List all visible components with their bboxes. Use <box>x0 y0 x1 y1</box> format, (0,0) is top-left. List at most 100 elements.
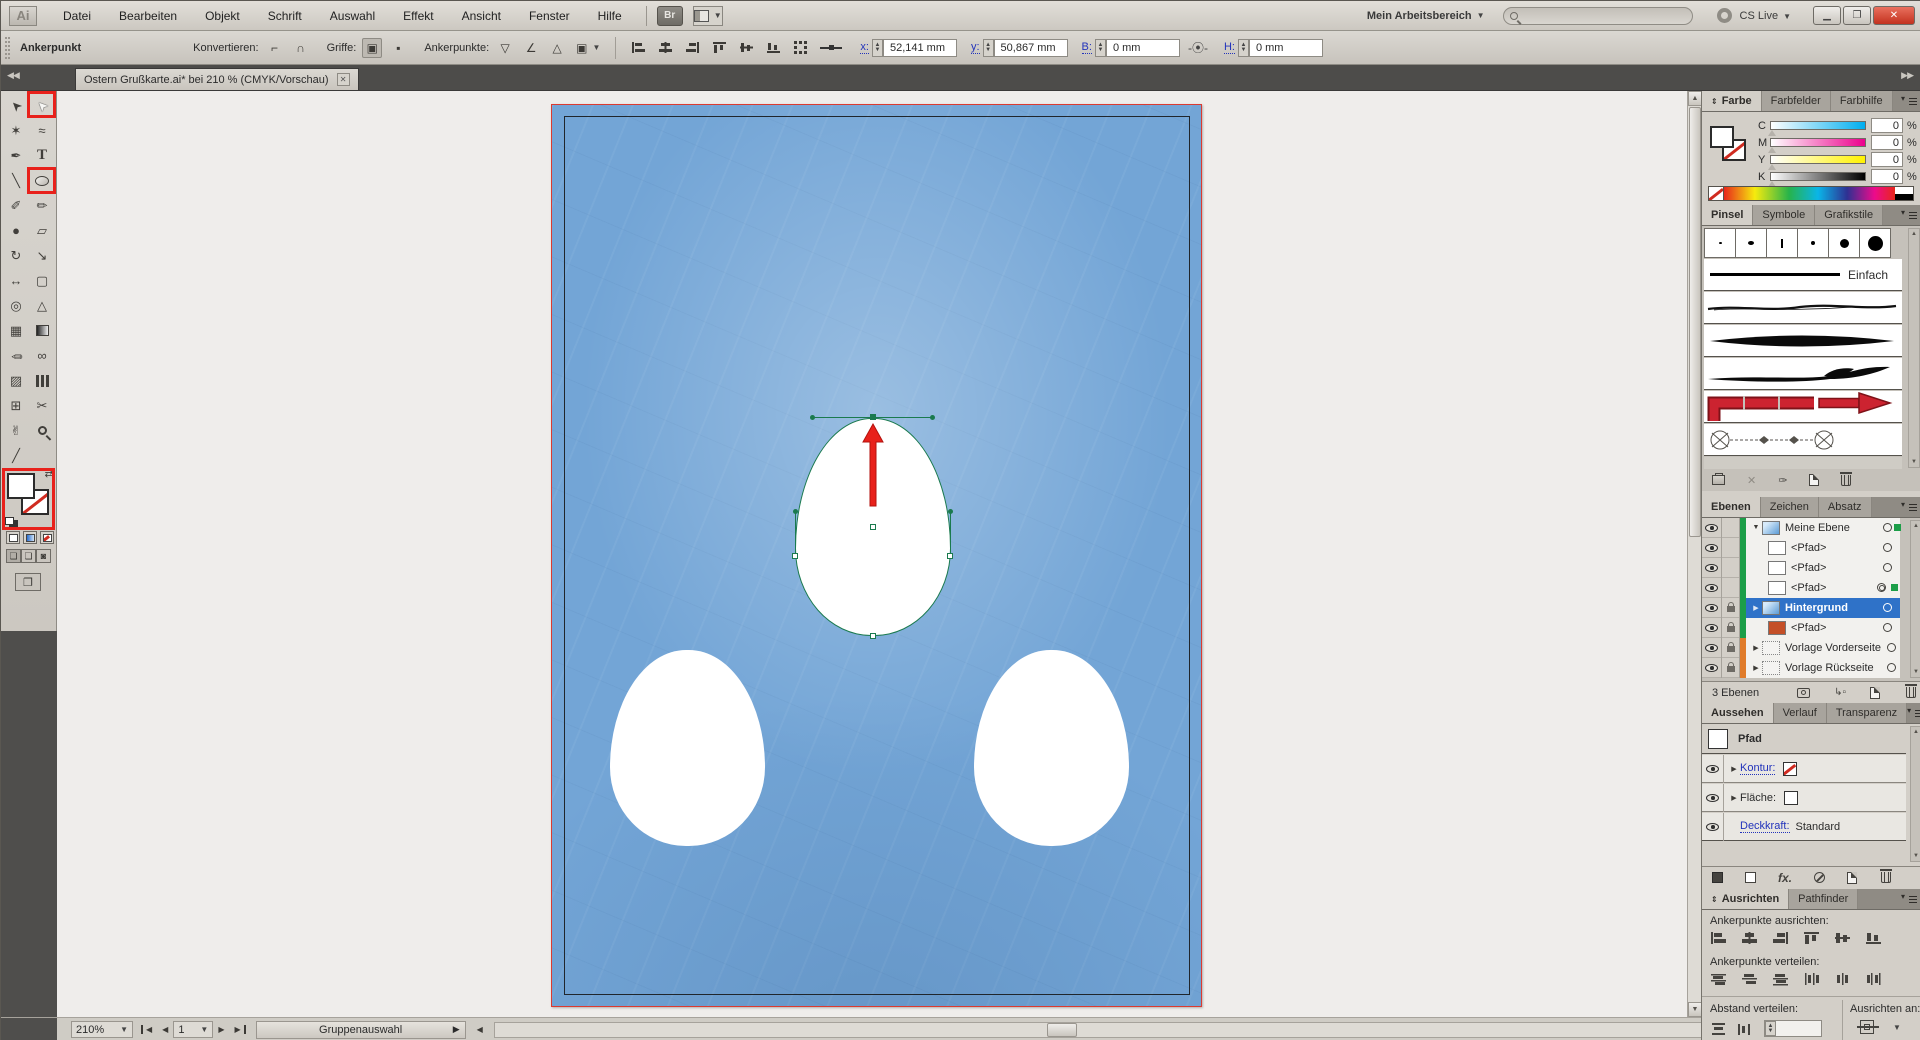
height-stepper[interactable]: ▲▼ <box>1238 39 1249 57</box>
workspace-switcher[interactable]: Mein Arbeitsbereich▼ <box>1367 10 1485 22</box>
width-input[interactable]: 0 mm <box>1106 39 1180 57</box>
type-tool[interactable]: T <box>29 143 55 168</box>
eraser-tool[interactable]: ▱ <box>29 218 55 243</box>
status-display[interactable]: Gruppenauswahl▶ <box>256 1021 466 1039</box>
scroll-up-icon[interactable]: ▲ <box>1911 521 1920 531</box>
slice-tool[interactable]: ✂ <box>29 393 55 418</box>
mesh-tool[interactable]: ▦ <box>3 318 29 343</box>
remove-anchor-button[interactable]: ▽ <box>495 38 515 58</box>
align-bottom-button[interactable] <box>1865 931 1882 945</box>
magenta-value[interactable]: 0 <box>1871 135 1903 150</box>
panel-menu-icon[interactable] <box>1901 503 1917 513</box>
align-left-button[interactable] <box>628 38 649 58</box>
align-left-button[interactable] <box>1710 931 1727 945</box>
yellow-slider[interactable] <box>1770 155 1866 164</box>
scroll-up-icon[interactable]: ▲ <box>1911 727 1920 737</box>
menu-effekt[interactable]: Effekt <box>389 1 447 31</box>
align-to-selection-icon[interactable] <box>1860 1020 1874 1034</box>
layer-row-pfad-1[interactable]: <Pfad> <box>1702 538 1900 558</box>
lock-toggle[interactable] <box>1722 578 1740 598</box>
panel-menu-icon[interactable] <box>1901 97 1917 107</box>
distribute-right-button[interactable] <box>1865 972 1882 986</box>
layer-row-vorlage-rueckseite[interactable]: ▶Vorlage Rückseite <box>1702 658 1900 678</box>
align-hcenter-button[interactable] <box>1741 931 1758 945</box>
y-label[interactable]: y: <box>971 41 980 54</box>
y-input[interactable]: 50,867 mm <box>994 39 1068 57</box>
appearance-scrollbar[interactable]: ▲ ▼ <box>1910 726 1920 862</box>
target-icon-selected[interactable] <box>1877 583 1886 592</box>
connect-anchor-button[interactable]: ∠ <box>521 38 541 58</box>
spectrum-white-black[interactable] <box>1895 187 1913 200</box>
pen-tool[interactable]: ✒ <box>3 143 29 168</box>
width-tool[interactable]: ↔ <box>3 268 29 293</box>
layer-row-meine-ebene[interactable]: ▼Meine Ebene <box>1702 518 1900 538</box>
brush-item-tapered[interactable] <box>1704 325 1902 357</box>
layer-row-hintergrund[interactable]: ▶Hintergrund <box>1702 598 1900 618</box>
distribute-left-button[interactable] <box>1803 972 1820 986</box>
transform-reference-button[interactable] <box>790 38 810 58</box>
visibility-toggle[interactable] <box>1702 658 1722 678</box>
fill-swatch[interactable] <box>1784 791 1798 805</box>
tab-farbe[interactable]: ⇕Farbe <box>1702 91 1762 111</box>
brush-item-arrow[interactable] <box>1704 391 1902 423</box>
expand-icon[interactable]: ▶ <box>1750 644 1762 652</box>
fill-label[interactable]: Fläche: <box>1740 792 1776 804</box>
delete-item-icon[interactable] <box>1881 872 1891 883</box>
align-top-button[interactable] <box>1803 931 1820 945</box>
hide-handles-button[interactable]: ▪ <box>388 38 408 58</box>
pencil-tool[interactable]: ✏ <box>29 193 55 218</box>
gradient-tool[interactable] <box>29 318 55 343</box>
rotate-tool[interactable]: ↻ <box>3 243 29 268</box>
tab-pinsel[interactable]: Pinsel <box>1702 205 1753 225</box>
convert-to-corner-button[interactable]: ⌐ <box>265 38 285 58</box>
delete-brush-icon[interactable] <box>1841 475 1851 486</box>
draw-normal-button[interactable]: ❏ <box>6 549 21 563</box>
layer-name[interactable]: Meine Ebene <box>1785 522 1850 534</box>
path-name[interactable]: <Pfad> <box>1791 562 1826 574</box>
color-spectrum-bar[interactable] <box>1708 186 1914 201</box>
new-stroke-icon[interactable] <box>1712 872 1723 883</box>
visibility-toggle[interactable] <box>1702 598 1722 618</box>
menu-ansicht[interactable]: Ansicht <box>448 1 515 31</box>
layer-name[interactable]: Vorlage Vorderseite <box>1785 642 1881 654</box>
color-fill-stroke-proxy[interactable] <box>1710 126 1750 166</box>
x-input[interactable]: 52,141 mm <box>883 39 957 57</box>
brush-options-icon[interactable]: ✑ <box>1778 474 1787 487</box>
x-stepper[interactable]: ▲▼ <box>872 39 883 57</box>
scroll-up-icon[interactable]: ▲ <box>1688 91 1702 106</box>
brush-item-swash[interactable] <box>1704 358 1902 390</box>
align-vcenter-button[interactable] <box>736 38 757 58</box>
visibility-toggle[interactable] <box>1702 518 1722 538</box>
new-fill-icon[interactable] <box>1745 872 1756 883</box>
previous-page-button[interactable]: ◀ <box>157 1025 173 1034</box>
none-button[interactable] <box>40 531 54 544</box>
top-anchor-point[interactable] <box>870 414 876 420</box>
right-anchor-point[interactable] <box>947 553 953 559</box>
brush-item-ornament[interactable] <box>1704 424 1902 456</box>
vertical-scroll-thumb[interactable] <box>1689 107 1701 537</box>
left-anchor-point[interactable] <box>792 553 798 559</box>
hand-tool[interactable]: ✌ <box>3 418 29 443</box>
brushes-scrollbar[interactable]: ▲ ▼ <box>1908 228 1920 468</box>
duplicate-item-icon[interactable] <box>1847 872 1857 884</box>
visibility-toggle[interactable] <box>1702 538 1722 558</box>
menu-hilfe[interactable]: Hilfe <box>584 1 636 31</box>
visibility-toggle[interactable] <box>1702 755 1724 783</box>
tab-verlauf[interactable]: Verlauf <box>1774 703 1827 723</box>
height-input[interactable]: 0 mm <box>1249 39 1323 57</box>
make-clipping-mask-icon[interactable] <box>1797 688 1810 698</box>
distribute-top-button[interactable] <box>1710 972 1727 986</box>
zoom-level-select[interactable]: 210%▼ <box>71 1021 133 1038</box>
control-bar-grip[interactable] <box>5 37 10 59</box>
brush-item-einfach[interactable]: Einfach <box>1704 259 1902 291</box>
magic-wand-tool[interactable]: ✶ <box>3 118 29 143</box>
cut-path-button[interactable]: △ <box>547 38 567 58</box>
lock-toggle[interactable] <box>1722 638 1740 658</box>
horizontal-scrollbar[interactable] <box>494 1022 1889 1038</box>
visibility-toggle[interactable] <box>1702 618 1722 638</box>
lock-toggle[interactable] <box>1722 558 1740 578</box>
cyan-value[interactable]: 0 <box>1871 118 1903 133</box>
blob-brush-tool[interactable]: ● <box>3 218 29 243</box>
align-right-button[interactable] <box>682 38 703 58</box>
layer-name[interactable]: Hintergrund <box>1785 602 1848 614</box>
